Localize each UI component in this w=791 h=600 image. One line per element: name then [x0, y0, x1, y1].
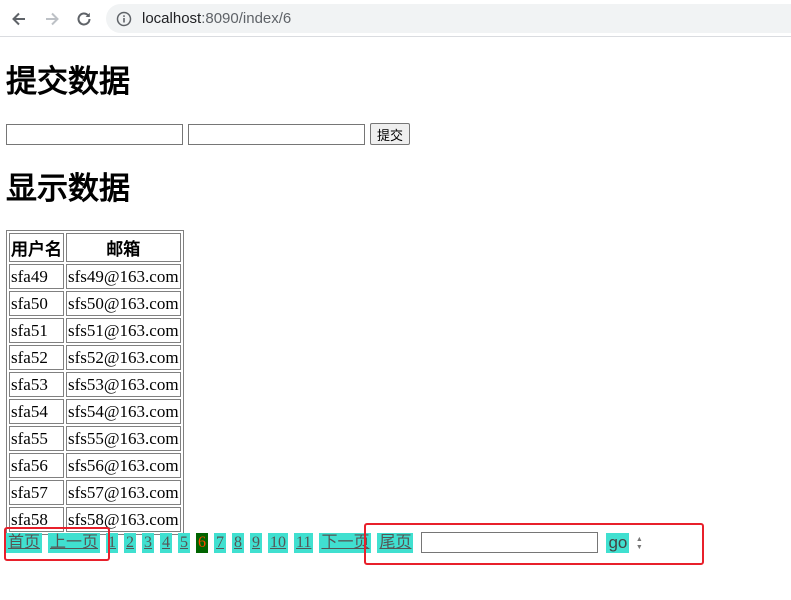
url-path: :8090/index/6 — [201, 10, 292, 27]
reload-button[interactable] — [71, 6, 97, 32]
table-row: sfa52 sfs52@163.com — [9, 345, 181, 370]
cell-email: sfs56@163.com — [66, 453, 181, 478]
url-host: localhost — [142, 10, 202, 27]
back-arrow-icon — [12, 12, 25, 26]
cell-username: sfa54 — [9, 399, 64, 424]
page-number-link[interactable]: 7 — [214, 532, 227, 553]
info-icon[interactable] — [116, 11, 132, 27]
data-table: 用户名 邮箱 sfa49 sfs49@163.com sfa50 sfs50@163.… — [6, 230, 184, 535]
cell-email: sfs54@163.com — [66, 399, 181, 424]
reload-icon — [77, 12, 91, 26]
submit-form: 提交 — [6, 123, 411, 145]
cell-username: sfa53 — [9, 372, 64, 397]
cell-email: sfs49@163.com — [66, 264, 181, 289]
forward-button[interactable] — [39, 6, 65, 32]
highlight-box-left — [4, 527, 110, 561]
forward-arrow-icon — [46, 12, 59, 26]
page-number-link[interactable]: 9 — [250, 532, 263, 553]
table-row: sfa54 sfs54@163.com — [9, 399, 181, 424]
display-section-title: 显示数据 — [6, 171, 130, 206]
cell-username: sfa50 — [9, 291, 64, 316]
table-row: sfa50 sfs50@163.com — [9, 291, 181, 316]
header-username: 用户名 — [9, 233, 64, 262]
browser-toolbar: localhost:8090/index/6 — [0, 0, 791, 37]
table-header-row: 用户名 邮箱 — [9, 233, 181, 262]
cell-username: sfa51 — [9, 318, 64, 343]
back-button[interactable] — [6, 6, 32, 32]
email-input[interactable] — [188, 123, 365, 145]
page-number-link[interactable]: 11 — [294, 532, 314, 553]
cell-username: sfa57 — [9, 480, 64, 505]
cell-email: sfs53@163.com — [66, 372, 181, 397]
cell-email: sfs50@163.com — [66, 291, 181, 316]
table-row: sfa57 sfs57@163.com — [9, 480, 181, 505]
cell-email: sfs57@163.com — [66, 480, 181, 505]
cell-email: sfs55@163.com — [66, 426, 181, 451]
page-number-link[interactable]: 10 — [268, 532, 289, 553]
cell-username: sfa55 — [9, 426, 64, 451]
submit-section-title: 提交数据 — [6, 64, 130, 99]
username-input[interactable] — [6, 123, 183, 145]
page-number-link[interactable]: 5 — [178, 532, 191, 553]
table-row: sfa49 sfs49@163.com — [9, 264, 181, 289]
table-row: sfa53 sfs53@163.com — [9, 372, 181, 397]
page-number-link[interactable]: 4 — [160, 532, 173, 553]
submit-button[interactable]: 提交 — [370, 123, 411, 145]
table-row: sfa55 sfs55@163.com — [9, 426, 181, 451]
current-page-number[interactable]: 6 — [196, 532, 209, 553]
table-row: sfa51 sfs51@163.com — [9, 318, 181, 343]
page-number-link[interactable]: 2 — [124, 532, 137, 553]
page-number-link[interactable]: 3 — [142, 532, 155, 553]
cell-email: sfs52@163.com — [66, 345, 181, 370]
cell-username: sfa56 — [9, 453, 64, 478]
cell-email: sfs51@163.com — [66, 318, 181, 343]
header-email: 邮箱 — [66, 233, 181, 262]
address-bar[interactable]: localhost:8090/index/6 — [106, 4, 791, 33]
page-number-link[interactable]: 8 — [232, 532, 245, 553]
table-row: sfa56 sfs56@163.com — [9, 453, 181, 478]
cell-username: sfa52 — [9, 345, 64, 370]
highlight-box-right — [364, 523, 704, 565]
cell-username: sfa49 — [9, 264, 64, 289]
